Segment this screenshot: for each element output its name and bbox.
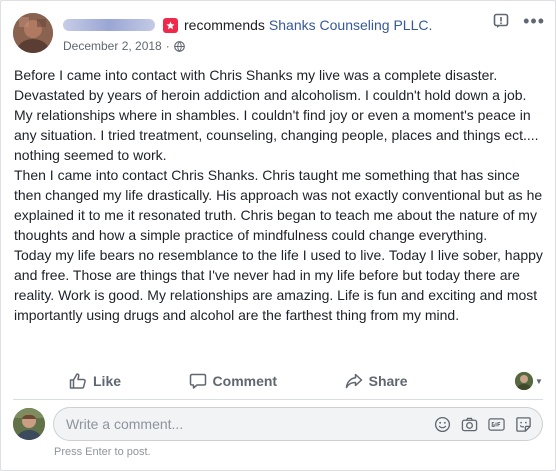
share-button[interactable]: Share bbox=[345, 372, 408, 390]
post-date[interactable]: December 2, 2018 bbox=[63, 39, 162, 53]
reviewer-name-redacted[interactable] bbox=[63, 19, 155, 31]
comment-button[interactable]: Comment bbox=[189, 372, 278, 390]
post-meta: December 2, 2018 · bbox=[63, 39, 185, 53]
comment-input[interactable] bbox=[64, 415, 434, 433]
meta-separator: · bbox=[165, 39, 170, 53]
page-name-link[interactable]: Shanks Counseling PLLC. bbox=[269, 17, 432, 33]
chevron-down-icon: ▼ bbox=[535, 376, 543, 386]
recommend-icon bbox=[163, 17, 178, 33]
report-icon[interactable] bbox=[493, 13, 509, 29]
emoji-icon[interactable] bbox=[434, 416, 451, 433]
review-paragraph: Today my life bears no resemblance to th… bbox=[14, 247, 543, 323]
comment-input-container[interactable] bbox=[53, 407, 543, 441]
share-label: Share bbox=[368, 373, 408, 389]
current-user-avatar bbox=[13, 408, 45, 440]
more-options-icon[interactable]: ••• bbox=[523, 12, 545, 30]
share-arrow-icon bbox=[345, 373, 362, 389]
post-as-selector[interactable]: ▼ bbox=[515, 372, 543, 390]
like-label: Like bbox=[93, 373, 122, 389]
current-user-avatar-small bbox=[515, 372, 534, 390]
comment-composer bbox=[13, 407, 543, 441]
review-header: recommends Shanks Counseling PLLC. bbox=[63, 17, 432, 33]
comment-icon bbox=[189, 373, 206, 389]
press-enter-hint: Press Enter to post. bbox=[54, 446, 151, 458]
gif-icon[interactable] bbox=[488, 416, 505, 433]
post-top-actions: ••• bbox=[493, 12, 545, 30]
review-paragraph: Before I came into contact with Chris Sh… bbox=[14, 67, 539, 163]
action-bar: Like Comment Share ▼ bbox=[13, 367, 543, 395]
recommends-label: recommends bbox=[184, 17, 265, 33]
comment-tools bbox=[434, 416, 532, 433]
camera-icon[interactable] bbox=[461, 416, 478, 433]
divider bbox=[13, 399, 543, 400]
review-text: Before I came into contact with Chris Sh… bbox=[14, 65, 544, 325]
comment-label: Comment bbox=[212, 373, 278, 389]
like-button[interactable]: Like bbox=[69, 372, 121, 390]
thumbs-up-icon bbox=[69, 373, 86, 389]
sticker-icon[interactable] bbox=[515, 416, 532, 433]
reviewer-avatar[interactable] bbox=[13, 13, 53, 53]
globe-icon bbox=[173, 40, 185, 52]
review-paragraph: Then I came into contact Chris Shanks. C… bbox=[14, 167, 543, 243]
review-card: recommends Shanks Counseling PLLC. Decem… bbox=[0, 0, 556, 471]
